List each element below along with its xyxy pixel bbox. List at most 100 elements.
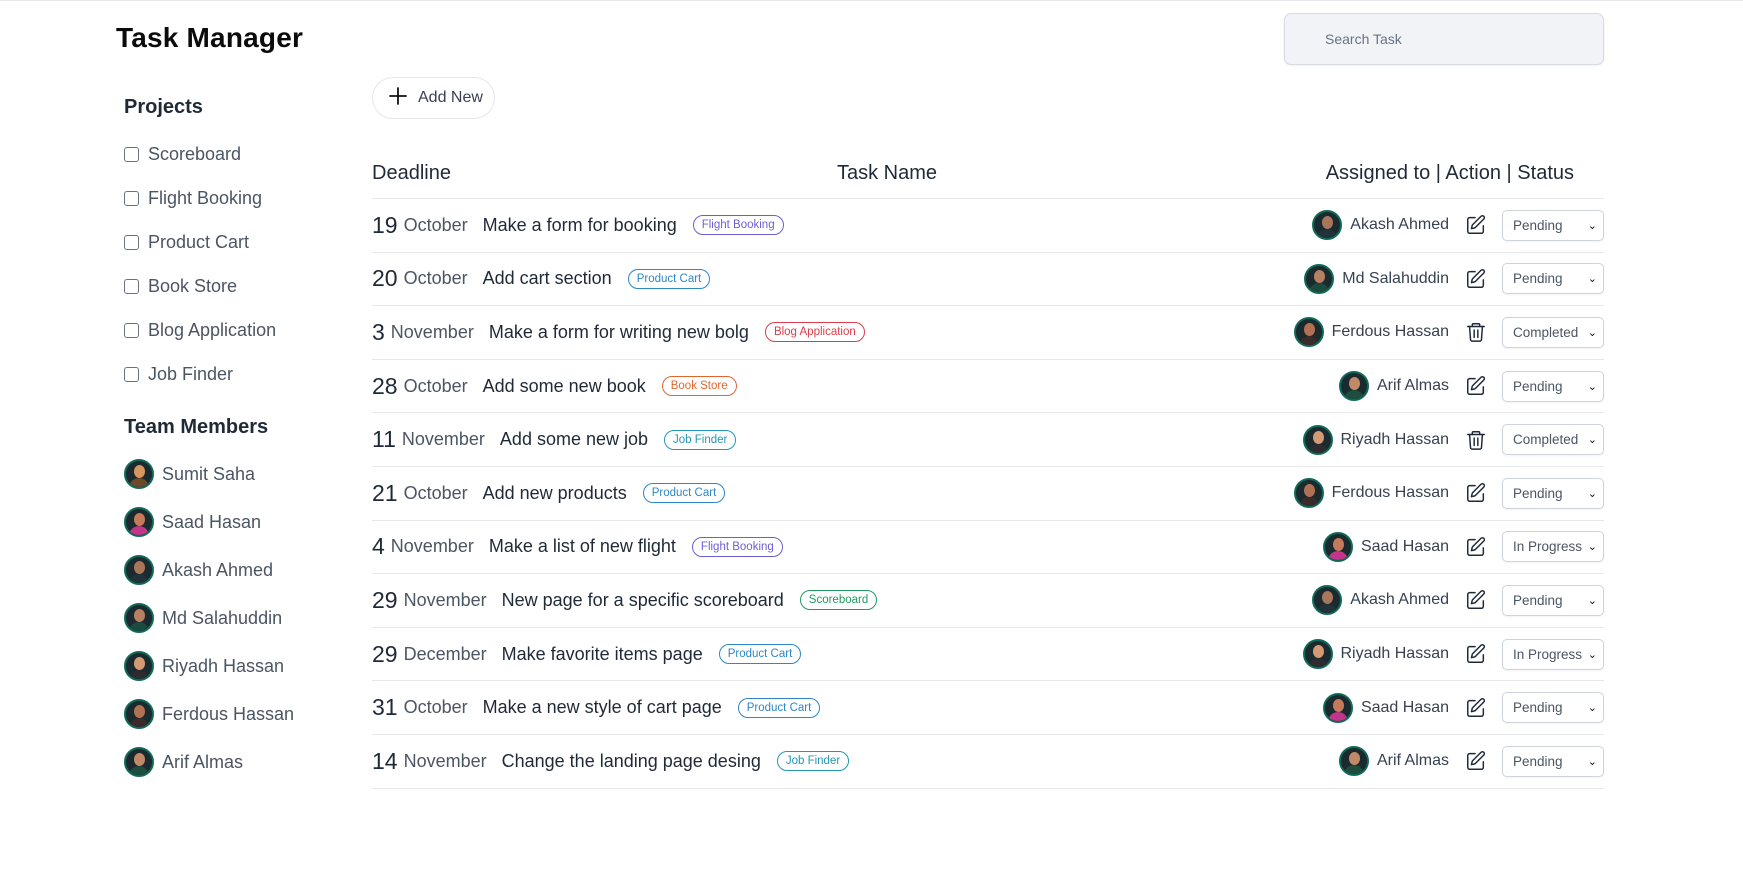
chevron-down-icon: ⌄ [1587,326,1597,339]
status-value: In Progress [1513,646,1583,662]
status-value: Pending [1513,378,1563,394]
assignee-name: Ferdous Hassan [1331,484,1449,502]
project-item[interactable]: Product Cart [124,220,354,264]
status-value: Pending [1513,271,1563,287]
table-row: 29 December Make favorite items page Produc… [372,628,1604,682]
edit-icon[interactable] [1463,480,1489,506]
avatar [1322,692,1353,723]
edit-icon[interactable] [1463,695,1489,721]
chevron-down-icon: ⌄ [1587,219,1597,232]
project-tag: Flight Booking [692,215,784,236]
status-value: In Progress [1513,539,1583,555]
avatar [124,507,154,537]
edit-icon[interactable] [1463,587,1489,613]
row-deadline-task: 29 December Make favorite items page Produc… [372,640,802,668]
edit-icon[interactable] [1463,748,1489,774]
status-select[interactable]: Pending ⌄ [1502,692,1604,724]
status-select[interactable]: Completed ⌄ [1502,316,1604,348]
chevron-down-icon: ⌄ [1587,648,1597,661]
deadline-month: November [403,589,487,610]
avatar [1304,263,1335,294]
project-item[interactable]: Job Finder [124,352,354,396]
status-select[interactable]: In Progress ⌄ [1502,531,1604,563]
task-name: Make a form for writing new bolg [488,321,749,342]
task-table: Deadline Task Name Assigned to | Action … [372,158,1604,789]
member-item: Sumit Saha [124,450,354,498]
project-checkbox[interactable] [124,234,139,250]
task-name: Add some new job [499,429,649,450]
member-name: Sumit Saha [162,463,256,484]
status-value: Pending [1513,485,1563,501]
deadline-day: 3 [372,318,385,345]
status-select[interactable]: Completed ⌄ [1502,424,1604,456]
status-value: Completed [1513,432,1579,448]
header-deadline: Deadline [372,162,451,184]
project-item[interactable]: Flight Booking [124,176,354,220]
table-row: 31 October Make a new style of cart page Pr… [372,681,1604,735]
plus-icon [388,86,408,111]
status-select[interactable]: Pending ⌄ [1502,370,1604,402]
project-item[interactable]: Blog Application [124,308,354,352]
app-title: Task Manager [116,22,304,53]
table-row: 28 October Add some new book Book Store Arif… [372,360,1604,414]
table-row: 3 November Make a form for writing new bol… [372,306,1604,360]
status-select[interactable]: In Progress ⌄ [1502,638,1604,670]
chevron-down-icon: ⌄ [1587,541,1597,554]
deadline-month: October [403,214,468,235]
project-list: Scoreboard Flight Booking Product Cart Book… [124,132,354,396]
status-value: Pending [1513,753,1563,769]
status-select[interactable]: Pending ⌄ [1502,745,1604,777]
edit-icon[interactable] [1463,534,1489,560]
project-label: Scoreboard [148,143,242,164]
project-checkbox[interactable] [124,366,139,382]
edit-icon[interactable] [1463,641,1489,667]
row-right: Ferdous Hassan Completed ⌄ [1293,306,1604,359]
sidebar: Projects Scoreboard Flight Booking Product… [124,96,354,786]
row-deadline-task: 11 November Add some new job Job Finder [372,426,737,453]
row-right: Saad Hasan Pending ⌄ [1322,681,1604,734]
search-input[interactable] [1285,14,1603,64]
project-checkbox[interactable] [124,146,139,162]
row-right: Arif Almas Pending ⌄ [1338,735,1604,788]
status-select[interactable]: Pending ⌄ [1502,209,1604,241]
status-select[interactable]: Pending ⌄ [1502,263,1604,295]
avatar [1312,585,1343,616]
task-name: New page for a specific scoreboard [501,589,784,610]
project-label: Product Cart [148,231,250,252]
assignee: Akash Ahmed [1312,585,1449,616]
project-checkbox[interactable] [124,190,139,206]
project-checkbox[interactable] [124,322,139,338]
chevron-down-icon: ⌄ [1587,273,1597,286]
project-tag: Product Cart [718,644,802,665]
avatar [124,555,154,585]
member-item: Md Salahuddin [124,594,354,642]
assignee-name: Md Salahuddin [1342,269,1449,287]
project-tag: Product Cart [642,483,726,504]
edit-icon[interactable] [1463,212,1489,238]
project-tag: Product Cart [737,697,821,718]
add-new-button[interactable]: Add New [372,77,495,119]
project-item[interactable]: Book Store [124,264,354,308]
project-tag: Job Finder [664,429,737,450]
table-row: 19 October Make a form for booking Flight B… [372,199,1604,253]
deadline-day: 29 [372,640,398,667]
chevron-down-icon: ⌄ [1587,434,1597,447]
deadline-day: 11 [372,426,396,453]
trash-icon[interactable] [1463,319,1489,345]
search-box[interactable] [1284,13,1604,65]
project-checkbox[interactable] [124,278,139,294]
status-select[interactable]: Pending ⌄ [1502,584,1604,616]
member-item: Ferdous Hassan [124,690,354,738]
deadline-month: November [403,750,487,771]
avatar [124,603,154,633]
chevron-down-icon: ⌄ [1587,380,1597,393]
row-deadline-task: 21 October Add new products Product Cart [372,480,726,507]
status-select[interactable]: Pending ⌄ [1502,477,1604,509]
project-item[interactable]: Scoreboard [124,132,354,176]
assignee-name: Saad Hasan [1360,698,1449,716]
member-item: Arif Almas [124,738,354,786]
edit-icon[interactable] [1463,266,1489,292]
trash-icon[interactable] [1463,427,1489,453]
edit-icon[interactable] [1463,373,1489,399]
deadline-month: November [390,536,474,557]
